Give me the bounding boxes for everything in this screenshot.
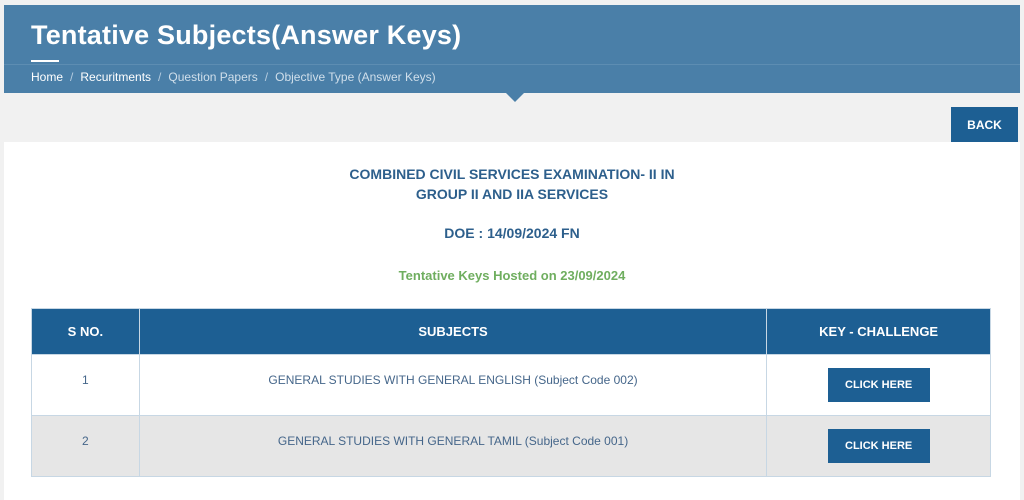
header-caret (506, 93, 524, 102)
breadcrumb-recruitments[interactable]: Recuritments (80, 70, 151, 84)
exam-title-line1: COMBINED CIVIL SERVICES EXAMINATION- II … (349, 166, 675, 182)
row-subject-text: GENERAL STUDIES WITH GENERAL ENGLISH (Su… (268, 373, 638, 387)
header-key-challenge: KEY - CHALLENGE (766, 308, 991, 355)
breadcrumb-objective-type: Objective Type (Answer Keys) (275, 70, 436, 84)
breadcrumb-home[interactable]: Home (31, 70, 63, 84)
breadcrumb-separator: / (158, 70, 162, 84)
click-here-button[interactable]: CLICK HERE (827, 368, 930, 402)
back-button[interactable]: BACK (951, 107, 1018, 142)
row-sno: 2 (31, 415, 140, 477)
breadcrumb-separator: / (70, 70, 74, 84)
row-action: CLICK HERE (766, 415, 991, 477)
breadcrumb: Home / Recuritments / Question Papers / … (31, 70, 436, 84)
row-action: CLICK HERE (766, 354, 991, 416)
breadcrumb-question-papers[interactable]: Question Papers (168, 70, 257, 84)
exam-title-line2: GROUP II AND IIA SERVICES (415, 186, 609, 202)
title-underline (31, 60, 59, 62)
page-title: Tentative Subjects(Answer Keys) (31, 20, 462, 50)
row-subject-text: GENERAL STUDIES WITH GENERAL TAMIL (Subj… (277, 434, 629, 448)
breadcrumb-separator: / (264, 70, 269, 84)
table-header-row: S NO. SUBJECTS KEY - CHALLENGE (31, 308, 991, 355)
row-subject: GENERAL STUDIES WITH GENERAL TAMIL (Subj… (138, 415, 768, 477)
page-header: Tentative Subjects(Answer Keys) Home / R… (4, 5, 1020, 93)
header-divider (4, 64, 1020, 65)
click-here-button[interactable]: CLICK HERE (827, 429, 930, 463)
row-sno-text: 2 (82, 434, 89, 448)
header-subjects: SUBJECTS (138, 308, 768, 355)
exam-title: COMBINED CIVIL SERVICES EXAMINATION- II … (4, 164, 1020, 204)
hosted-date: Tentative Keys Hosted on 23/09/2024 (398, 268, 626, 283)
row-sno-text: 1 (82, 373, 89, 387)
answer-keys-table: S NO. SUBJECTS KEY - CHALLENGE 1 GENERAL… (31, 308, 991, 477)
row-sno: 1 (31, 354, 140, 416)
exam-date: DOE : 14/09/2024 FN (444, 225, 580, 241)
row-subject: GENERAL STUDIES WITH GENERAL ENGLISH (Su… (138, 354, 768, 416)
header-sno: S NO. (31, 308, 140, 355)
table-row: 1 GENERAL STUDIES WITH GENERAL ENGLISH (… (31, 354, 991, 416)
table-row: 2 GENERAL STUDIES WITH GENERAL TAMIL (Su… (31, 415, 991, 477)
